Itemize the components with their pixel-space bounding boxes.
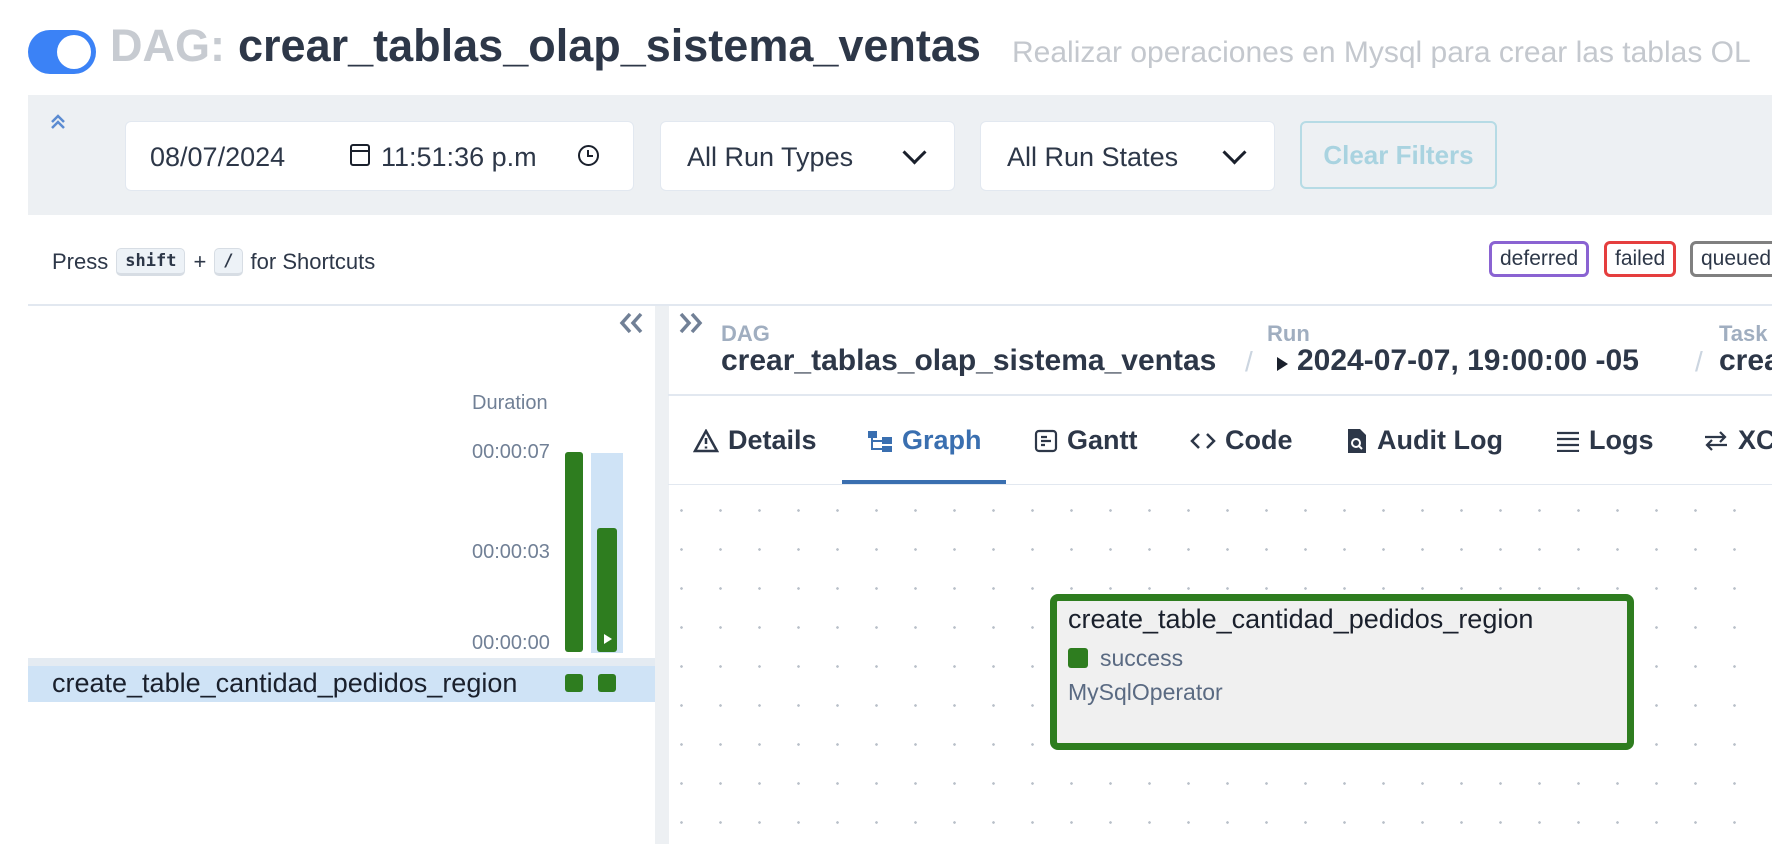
swap-arrows-icon bbox=[1705, 430, 1727, 451]
gantt-icon bbox=[1034, 429, 1058, 452]
task-instance-status[interactable] bbox=[598, 674, 616, 692]
legend-failed[interactable]: failed bbox=[1604, 241, 1677, 277]
tab-details[interactable]: Details bbox=[693, 425, 817, 456]
dag-prefix: DAG: bbox=[110, 20, 225, 71]
audit-file-icon bbox=[1348, 428, 1366, 453]
collapse-grid-icon[interactable] bbox=[617, 310, 645, 336]
task-instance-status[interactable] bbox=[565, 674, 583, 692]
tab-logs[interactable]: Logs bbox=[1556, 425, 1654, 456]
tab-label: Gantt bbox=[1067, 425, 1138, 455]
divider bbox=[28, 304, 1772, 306]
tab-label: Details bbox=[728, 425, 817, 455]
panel-divider[interactable] bbox=[655, 306, 669, 844]
duration-tick: 00:00:07 bbox=[472, 441, 550, 463]
expand-panel-icon[interactable] bbox=[677, 310, 705, 336]
breadcrumb-separator: / bbox=[1695, 346, 1703, 377]
dag-description: Realizar operaciones en Mysql para crear… bbox=[1012, 36, 1751, 69]
tab-xcom[interactable]: XCom bbox=[1703, 425, 1772, 456]
task-node-state-indicator bbox=[1068, 648, 1088, 668]
duration-axis-label: Duration bbox=[472, 392, 548, 414]
dag-title: crear_tablas_olap_sistema_ventas bbox=[238, 20, 981, 71]
divider bbox=[668, 394, 1772, 396]
toggle-knob bbox=[57, 35, 91, 69]
row-band bbox=[28, 658, 656, 666]
clock-icon[interactable] bbox=[578, 145, 599, 166]
breadcrumb-task[interactable]: create_table_cantidad_pedidos_region bbox=[1719, 344, 1772, 378]
task-node-state: success bbox=[1100, 645, 1184, 671]
breadcrumb-run[interactable]: 2024-07-07, 19:00:00 -05 bbox=[1297, 344, 1639, 378]
tab-xcom-clip: XCom bbox=[1700, 420, 1772, 460]
run-duration-bar[interactable] bbox=[565, 452, 583, 652]
press-text: Press bbox=[52, 249, 109, 274]
tab-audit-log[interactable]: Audit Log bbox=[1346, 425, 1503, 456]
tab-code[interactable]: Code bbox=[1190, 425, 1293, 456]
graph-icon bbox=[868, 430, 892, 452]
task-node-title: create_table_cantidad_pedidos_region bbox=[1068, 604, 1534, 634]
tab-label: XCom bbox=[1738, 425, 1772, 455]
tab-graph[interactable]: Graph bbox=[867, 425, 982, 456]
duration-tick: 00:00:03 bbox=[472, 541, 550, 563]
play-icon bbox=[604, 634, 612, 644]
slash-key: / bbox=[214, 248, 243, 276]
shift-key: shift bbox=[116, 248, 186, 276]
lines-icon bbox=[1557, 431, 1579, 452]
task-node-operator: MySqlOperator bbox=[1068, 679, 1223, 705]
collapse-filters-icon[interactable] bbox=[48, 112, 68, 132]
calendar-icon[interactable] bbox=[350, 144, 370, 166]
tab-label: Audit Log bbox=[1377, 425, 1503, 455]
clear-filters-button[interactable]: Clear Filters bbox=[1300, 121, 1497, 189]
code-icon bbox=[1190, 432, 1216, 449]
tab-label: Graph bbox=[902, 425, 982, 455]
shortcuts-hint: Press shift + / for Shortcuts bbox=[52, 248, 375, 276]
legend-queued[interactable]: queued bbox=[1690, 241, 1772, 277]
tab-label: Code bbox=[1225, 425, 1293, 455]
time-value: 11:51:36 p.m bbox=[381, 142, 537, 172]
run-type-value: All Run Types bbox=[687, 142, 854, 172]
breadcrumb-dag[interactable]: crear_tablas_olap_sistema_ventas bbox=[721, 344, 1216, 378]
legend-deferred[interactable]: deferred bbox=[1489, 241, 1590, 277]
dag-pause-toggle[interactable] bbox=[28, 30, 96, 74]
plus-text: + bbox=[193, 249, 207, 274]
date-value: 08/07/2024 bbox=[150, 142, 286, 172]
tab-label: Logs bbox=[1589, 425, 1654, 455]
shortcuts-suffix: for Shortcuts bbox=[250, 249, 376, 274]
duration-tick: 00:00:00 bbox=[472, 632, 550, 654]
breadcrumb-task-clip: Task create_table_cantidad_pedidos_regio… bbox=[1719, 318, 1772, 388]
warning-triangle-icon bbox=[693, 428, 719, 452]
breadcrumb-separator: / bbox=[1245, 346, 1253, 377]
tab-gantt[interactable]: Gantt bbox=[1034, 425, 1138, 456]
run-state-value: All Run States bbox=[1007, 142, 1179, 172]
run-play-icon bbox=[1277, 357, 1288, 371]
task-row-name: create_table_cantidad_pedidos_region bbox=[52, 668, 518, 698]
